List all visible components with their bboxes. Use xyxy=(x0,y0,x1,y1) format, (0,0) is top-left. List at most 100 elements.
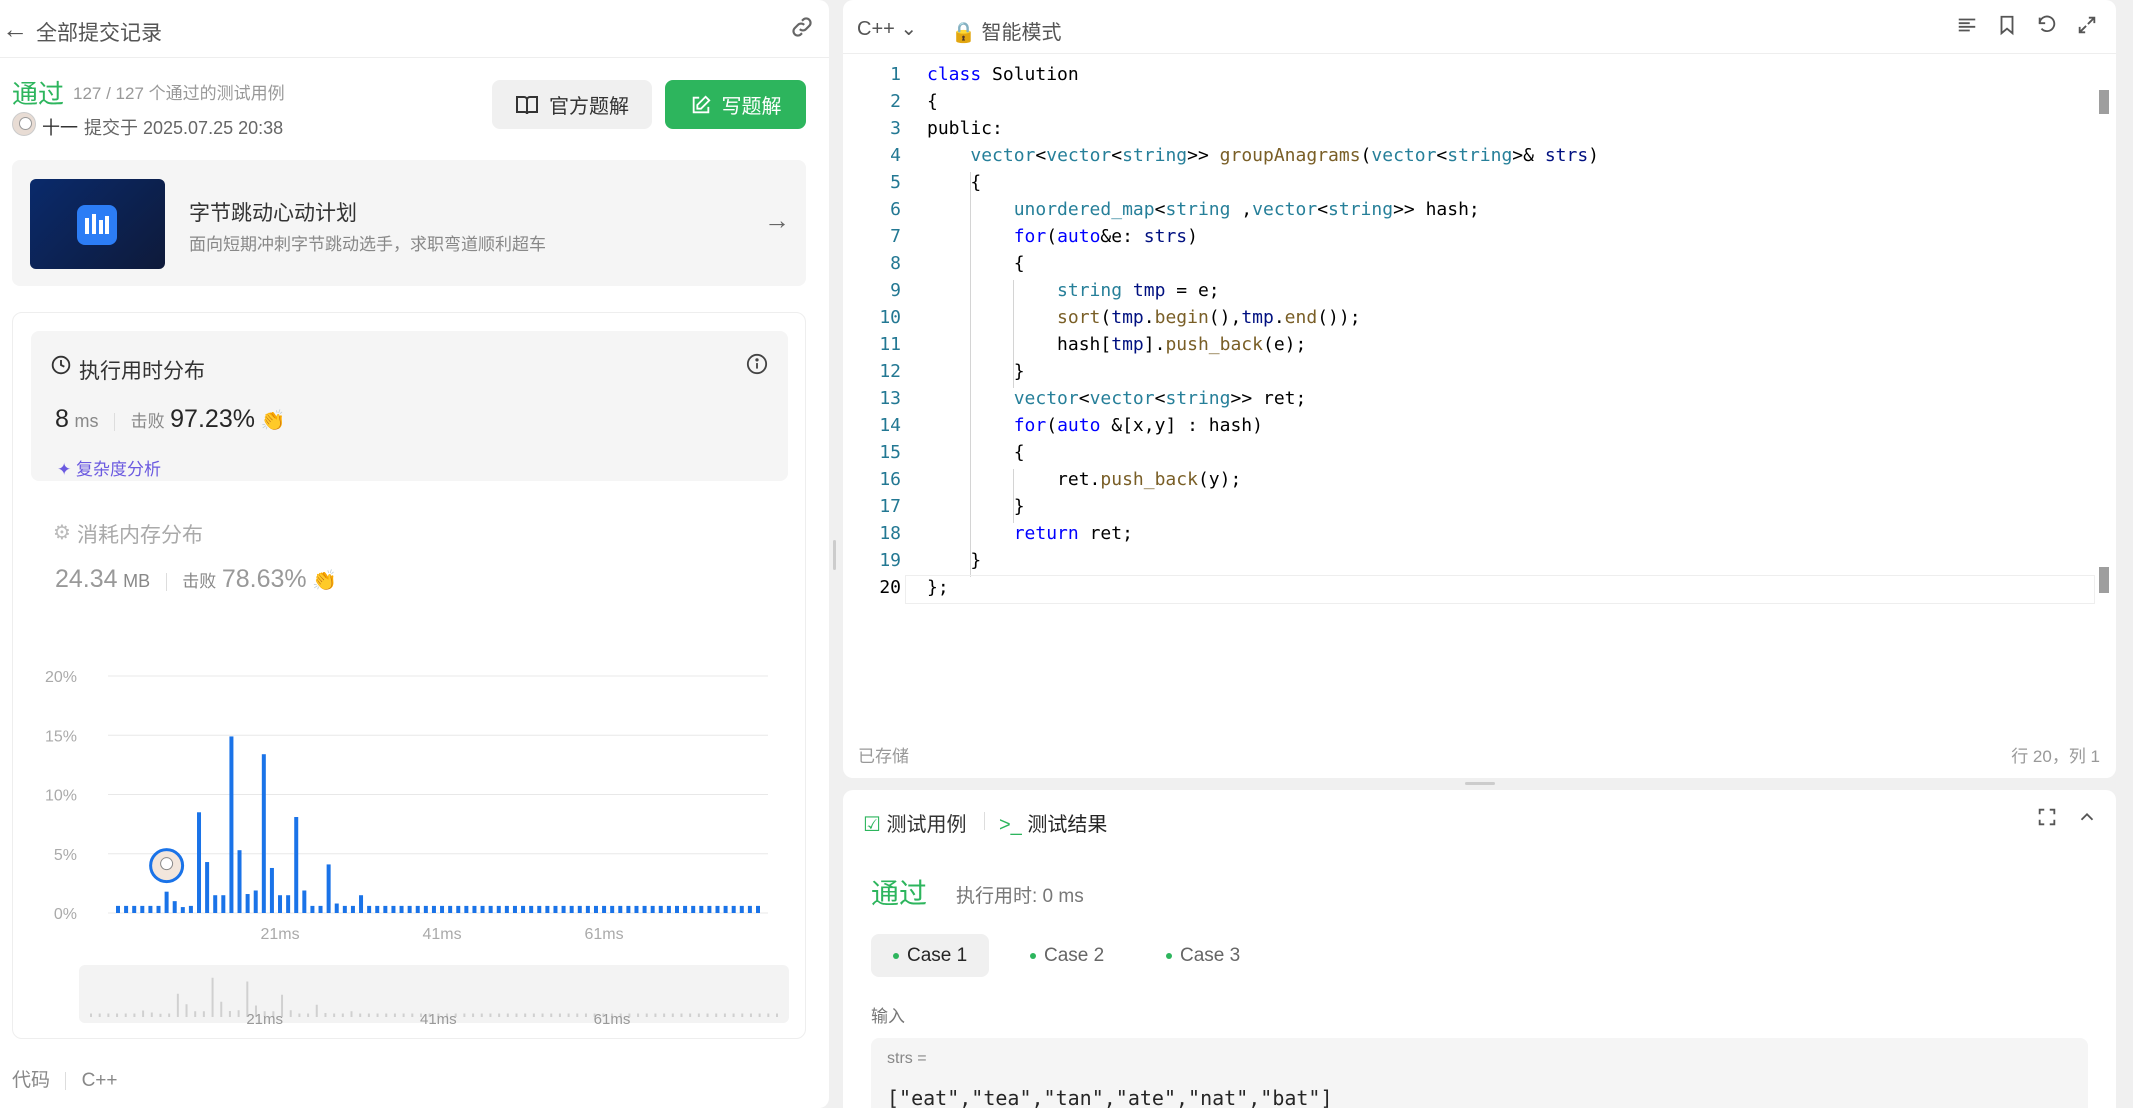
brush-bar xyxy=(671,1013,674,1017)
brush-bar xyxy=(376,1013,379,1017)
brush-bar xyxy=(463,1013,466,1017)
bar xyxy=(164,891,169,913)
check-square-icon: ☑ xyxy=(863,814,881,836)
bar xyxy=(634,905,639,913)
bar xyxy=(456,905,461,913)
code-line[interactable]: 14 for(auto &[x,y] : hash) xyxy=(843,415,2103,442)
brush-bar xyxy=(723,1013,726,1017)
code-label: 代码 xyxy=(12,1070,51,1091)
code-text: { xyxy=(927,172,982,193)
code-line[interactable]: 1 class Solution xyxy=(843,64,2103,91)
bar xyxy=(683,905,688,913)
case-tab-3[interactable]: Case 3 xyxy=(1144,934,1262,977)
bar xyxy=(747,905,752,913)
code-line[interactable]: 5 { xyxy=(843,172,2103,199)
code-line[interactable]: 16 ret.push_back(y); xyxy=(843,469,2103,496)
case-tab-1[interactable]: Case 1 xyxy=(871,934,990,977)
line-number: 13 xyxy=(879,388,901,409)
code-line[interactable]: 18 return ret; xyxy=(843,523,2103,550)
promo-banner[interactable]: 字节跳动心动计划 面向短期冲刺字节跳动选手，求职弯道顺利超车 → xyxy=(12,160,806,286)
editor-scrollbar-thumb[interactable] xyxy=(2099,567,2109,593)
line-number: 1 xyxy=(890,64,901,85)
code-editor-panel: C++ ⌄ 🔒 智能模式 1 class Solution 2{3 public: 4 … xyxy=(843,0,2116,778)
bar xyxy=(448,905,453,913)
bar xyxy=(180,907,185,913)
language-label: C++ xyxy=(857,18,895,40)
bar xyxy=(480,905,485,913)
share-link-icon[interactable] xyxy=(789,14,815,46)
line-number: 16 xyxy=(879,469,901,490)
brush-bar xyxy=(715,1013,718,1017)
bar xyxy=(431,905,436,913)
code-line[interactable]: 19 } xyxy=(843,550,2103,577)
runtime-distribution-chart[interactable]: 20% 15% 10% 5% 0% 21ms 41ms 61ms 21ms 41ms 61ms xyxy=(13,313,807,1040)
vertical-resize-handle[interactable] xyxy=(833,540,836,570)
bookmark-icon[interactable] xyxy=(1996,14,2018,42)
reset-icon[interactable] xyxy=(2036,14,2058,42)
bar xyxy=(731,905,736,913)
username[interactable]: 十一 xyxy=(42,114,78,140)
code-line[interactable]: 12 } xyxy=(843,361,2103,388)
code-text: } xyxy=(927,550,982,571)
collapse-icon[interactable] xyxy=(2076,806,2098,834)
code-line[interactable]: 17 } xyxy=(843,496,2103,523)
code-line[interactable]: 8 { xyxy=(843,253,2103,280)
code-line[interactable]: 6 unordered_map<string ,vector<string>> … xyxy=(843,199,2103,226)
brush-tick-label: 21ms xyxy=(246,1011,283,1028)
all-submissions-link[interactable]: 全部提交记录 xyxy=(36,17,162,47)
editor-scrollbar[interactable] xyxy=(2099,90,2109,114)
write-solution-button[interactable]: 写题解 xyxy=(665,80,806,129)
brush-bar xyxy=(680,1013,683,1017)
language-select[interactable]: C++ ⌄ xyxy=(857,16,917,41)
case-tab-2[interactable]: Case 2 xyxy=(1008,934,1126,977)
brush-bar xyxy=(480,1013,483,1017)
code-line[interactable]: 9 string tmp = e; xyxy=(843,280,2103,307)
code-text: } xyxy=(927,496,1025,517)
tab-result[interactable]: >_ 测试结果 xyxy=(999,808,1107,837)
bar xyxy=(278,895,283,913)
bar xyxy=(229,736,234,913)
brush-bar xyxy=(176,993,179,1017)
official-solution-button[interactable]: 官方题解 xyxy=(492,80,652,129)
brush-bar xyxy=(116,1013,119,1017)
bar xyxy=(253,890,258,913)
bar xyxy=(213,895,218,913)
code-line[interactable]: 4 vector<vector<string>> groupAnagrams(v… xyxy=(843,145,2103,172)
brush-bar xyxy=(550,1013,553,1017)
brush-bar xyxy=(367,1013,370,1017)
code-text: return ret; xyxy=(1013,523,1133,544)
expand-icon[interactable] xyxy=(2076,14,2098,42)
code-line[interactable]: 3 public: xyxy=(843,118,2103,145)
code-line[interactable]: 10 sort(tmp.begin(),tmp.end()); xyxy=(843,307,2103,334)
write-solution-label: 写题解 xyxy=(721,96,782,118)
brush-bar xyxy=(168,1013,171,1017)
smart-mode-toggle[interactable]: 🔒 智能模式 xyxy=(951,16,1061,45)
bar xyxy=(569,905,574,913)
user-avatar[interactable] xyxy=(12,112,36,136)
brush-bar xyxy=(220,1001,223,1017)
x-tick-label: 61ms xyxy=(585,926,624,943)
code-line[interactable]: 7 for(auto&e: strs) xyxy=(843,226,2103,253)
bar xyxy=(561,905,566,913)
mode-label: 智能模式 xyxy=(981,22,1062,44)
indent-guide xyxy=(1013,280,1015,388)
code-line[interactable]: 11 hash[tmp].push_back(e); xyxy=(843,334,2103,361)
bar xyxy=(148,905,153,913)
brush-bar xyxy=(289,1010,292,1017)
code-text: { xyxy=(927,91,938,112)
y-tick-label: 20% xyxy=(45,669,77,686)
brush-bar xyxy=(124,1013,127,1017)
code-line[interactable]: 15 { xyxy=(843,442,2103,469)
brush-bar xyxy=(402,1013,405,1017)
format-icon[interactable] xyxy=(1956,14,1978,42)
tab-testcase[interactable]: ☑ 测试用例 xyxy=(863,808,967,837)
bar xyxy=(699,905,704,913)
brush-bar xyxy=(498,1013,501,1017)
bar xyxy=(156,905,161,913)
back-arrow-icon[interactable]: ← xyxy=(2,14,28,45)
code-line[interactable]: 13 vector<vector<string>> ret; xyxy=(843,388,2103,415)
x-tick-label: 41ms xyxy=(422,926,461,943)
code-line[interactable]: 2{ xyxy=(843,91,2103,118)
horizontal-resize-handle[interactable] xyxy=(1465,782,1495,785)
fullscreen-icon[interactable] xyxy=(2036,806,2058,834)
